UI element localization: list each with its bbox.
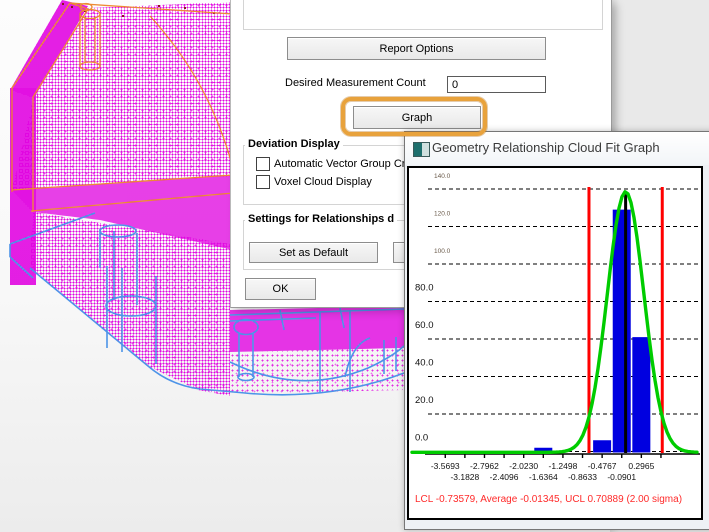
- svg-text:140.0: 140.0: [434, 173, 451, 180]
- svg-text:0.0: 0.0: [415, 433, 428, 444]
- cloud-fit-chart: 0.0 20.0 40.0 60.0 80.0 100.0 120.0 140.0 -3.569…: [407, 166, 703, 520]
- histogram-plot: 0.0 20.0 40.0 60.0 80.0 100.0 120.0 140.0 -3.569…: [410, 173, 700, 482]
- svg-text:-0.8633: -0.8633: [568, 472, 597, 482]
- svg-text:-2.4096: -2.4096: [490, 472, 519, 482]
- svg-text:-2.7962: -2.7962: [470, 461, 499, 471]
- graph-callout-ring: [341, 97, 487, 136]
- control-limits-annotation: LCL -0.73579, Average -0.01345, UCL 0.70…: [415, 494, 683, 505]
- graph-window: Geometry Relationship Cloud Fit Graph 0.…: [404, 131, 709, 530]
- settings-groupbox-title: Settings for Relationships d: [245, 213, 398, 225]
- svg-text:60.0: 60.0: [415, 320, 434, 331]
- auto-vector-group-label: Automatic Vector Group Cre: [274, 158, 412, 170]
- svg-text:0.2965: 0.2965: [628, 461, 654, 471]
- set-as-default-button[interactable]: Set as Default: [249, 242, 378, 263]
- svg-text:100.0: 100.0: [434, 248, 451, 255]
- svg-text:-1.2498: -1.2498: [548, 461, 577, 471]
- report-options-button[interactable]: Report Options: [287, 37, 546, 60]
- svg-text:80.0: 80.0: [415, 283, 434, 294]
- svg-text:120.0: 120.0: [434, 211, 451, 218]
- orange-cad-edges: [11, 2, 235, 212]
- svg-text:-2.0230: -2.0230: [509, 461, 538, 471]
- voxel-cloud-label: Voxel Cloud Display: [274, 176, 372, 188]
- graph-window-icon: [413, 142, 430, 157]
- measurement-count-label: Desired Measurement Count: [285, 77, 426, 89]
- svg-text:20.0: 20.0: [415, 395, 434, 406]
- top-groupbox: [243, 0, 603, 30]
- svg-text:-3.1828: -3.1828: [450, 472, 479, 482]
- graph-window-titlebar[interactable]: Geometry Relationship Cloud Fit Graph: [405, 132, 709, 165]
- svg-text:-0.4767: -0.4767: [588, 461, 617, 471]
- measurement-count-input[interactable]: [447, 76, 546, 93]
- deviation-display-title: Deviation Display: [245, 138, 343, 150]
- auto-vector-group-checkbox[interactable]: [256, 157, 270, 171]
- voxel-cloud-checkbox[interactable]: [256, 175, 270, 189]
- app-screen: Report Options Desired Measurement Count…: [0, 0, 709, 532]
- svg-text:-0.0901: -0.0901: [607, 472, 636, 482]
- svg-text:-1.6364: -1.6364: [529, 472, 558, 482]
- graph-window-title: Geometry Relationship Cloud Fit Graph: [432, 140, 660, 155]
- svg-text:40.0: 40.0: [415, 358, 434, 369]
- svg-text:-3.5693: -3.5693: [431, 461, 460, 471]
- ok-button[interactable]: OK: [245, 278, 316, 300]
